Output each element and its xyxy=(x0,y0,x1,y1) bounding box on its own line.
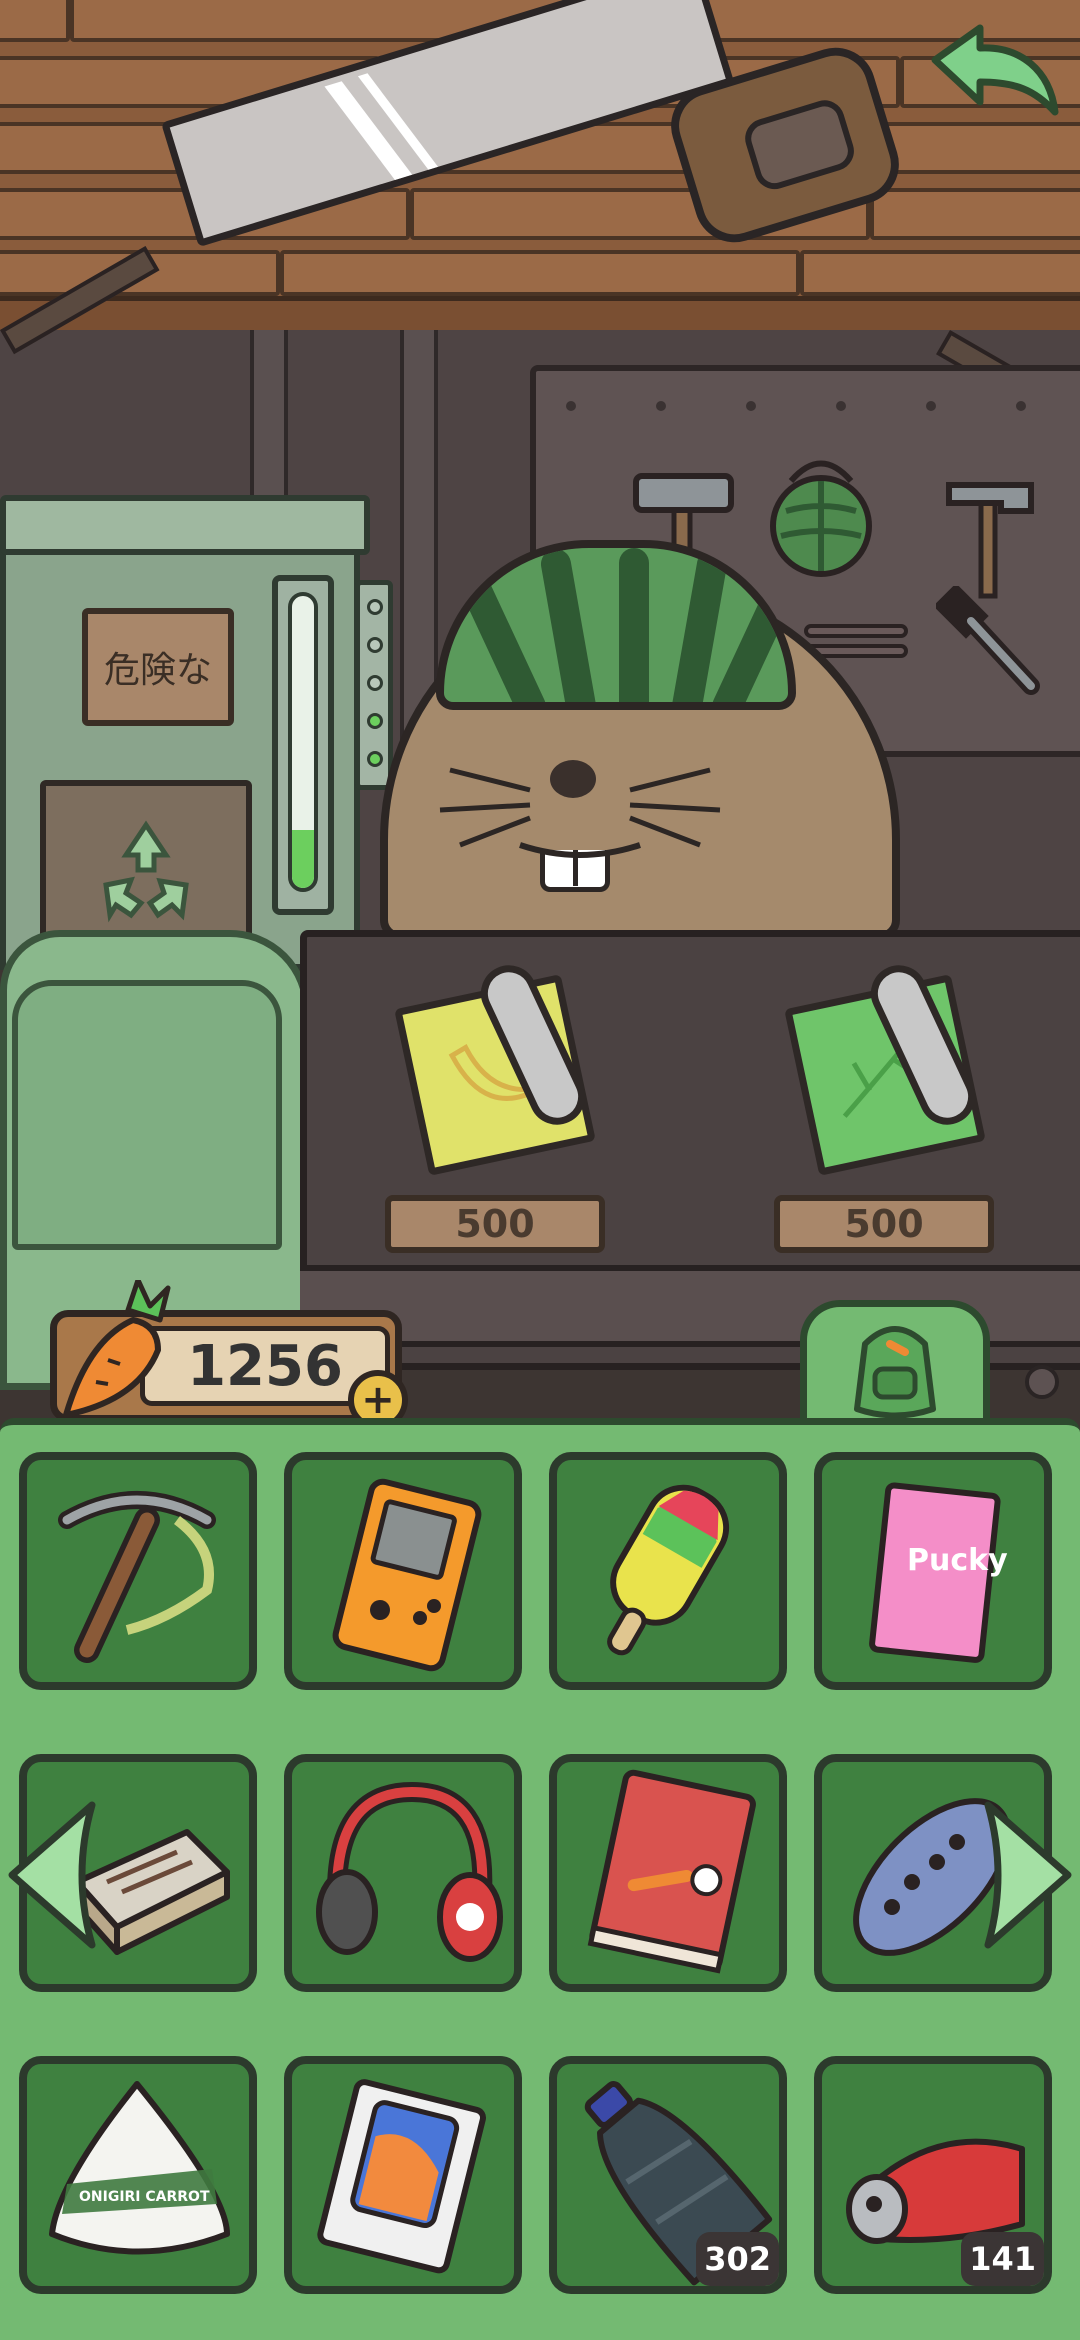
inventory-slot-onigiri[interactable]: ONIGIRI CARROT xyxy=(19,2056,257,2294)
wrench-icon xyxy=(936,586,1040,695)
back-arrow-icon xyxy=(931,24,1059,116)
mole-whiskers xyxy=(439,767,721,858)
inventory-slot-pickaxe[interactable] xyxy=(19,1452,257,1690)
inventory-slot-headphones[interactable] xyxy=(284,1754,522,1992)
hammer-icon xyxy=(946,482,1034,599)
back-button[interactable] xyxy=(925,20,1065,130)
indicator-lights xyxy=(355,580,393,790)
recycle-icon xyxy=(103,820,189,923)
cabinet-door xyxy=(12,980,282,1250)
inventory-slot-pocky[interactable]: Pucky xyxy=(814,1452,1052,1690)
phone-box-icon xyxy=(317,2079,486,2274)
price-tag: 500 xyxy=(385,1195,605,1253)
next-page-button[interactable] xyxy=(978,1795,1078,1955)
inventory-slot-phone-box[interactable] xyxy=(284,2056,522,2294)
onigiri-label: ONIGIRI CARROT xyxy=(79,2189,210,2205)
inventory-slot-book[interactable] xyxy=(549,1754,787,1992)
inventory-slot-popsicle[interactable] xyxy=(549,1452,787,1690)
headphones-icon xyxy=(316,1781,503,1962)
carrot-icon xyxy=(63,1280,171,1418)
price-tag: 500 xyxy=(774,1195,994,1253)
popsicle-icon xyxy=(607,1484,730,1656)
fill-gauge xyxy=(288,592,318,892)
backpack-tab[interactable] xyxy=(800,1300,990,1430)
onigiri-icon: ONIGIRI CARROT xyxy=(49,2081,230,2255)
inventory-slot-can[interactable]: 141 xyxy=(814,2056,1052,2294)
pocky-box-icon: Pucky xyxy=(869,1482,1008,1663)
handheld-console-icon xyxy=(332,1478,482,1672)
danger-sign: 危険な xyxy=(82,608,234,726)
item-count-badge: 141 xyxy=(961,2232,1044,2286)
book-icon xyxy=(587,1769,756,1974)
backpack-icon xyxy=(854,1325,936,1418)
pocky-label: Pucky xyxy=(907,1543,1008,1578)
inventory-slot-console[interactable] xyxy=(284,1452,522,1690)
chevron-left-icon xyxy=(8,1801,96,1949)
pickaxe-icon xyxy=(58,1491,216,1663)
inventory-slot-bottle[interactable]: 302 xyxy=(549,2056,787,2294)
chevron-right-icon xyxy=(984,1801,1072,1949)
item-count-badge: 302 xyxy=(696,2232,779,2286)
machine-roof xyxy=(0,495,370,555)
previous-page-button[interactable] xyxy=(2,1795,102,1955)
indicator-dot xyxy=(1025,1365,1059,1399)
